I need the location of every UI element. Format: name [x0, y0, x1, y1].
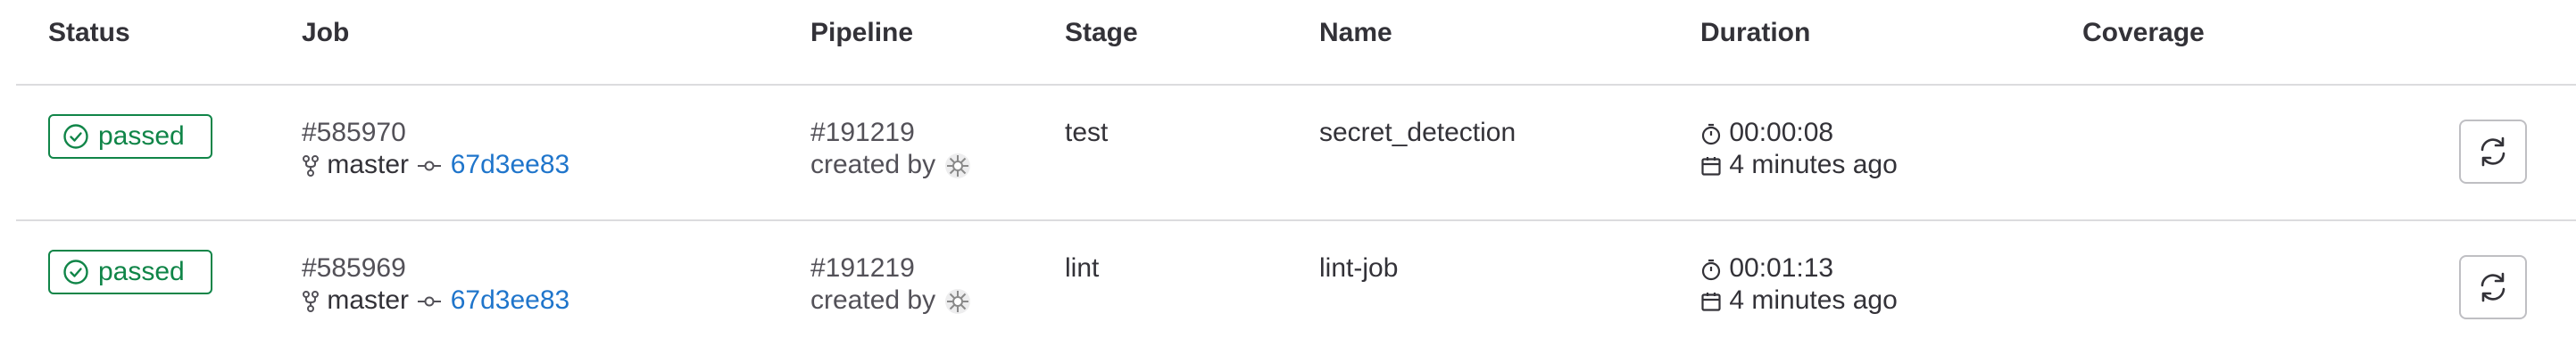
avatar-icon[interactable] [943, 151, 973, 181]
finished-value: 4 minutes ago [1729, 285, 1898, 315]
column-header-name: Name [1319, 18, 1392, 47]
avatar-icon[interactable] [943, 286, 973, 317]
stage-label: lint [1065, 253, 1100, 283]
branch-icon [303, 291, 319, 313]
duration-value: 00:01:13 [1729, 253, 1834, 283]
pipeline-creator: created by [810, 285, 973, 317]
branch-link[interactable]: master [327, 150, 409, 179]
job-id-link[interactable]: #585970 [302, 118, 406, 148]
column-header-stage: Stage [1065, 18, 1138, 47]
stage-label: test [1065, 118, 1109, 147]
check-circle-icon [63, 124, 88, 149]
job-name-link[interactable]: lint-job [1319, 253, 1398, 284]
created-by-label: created by [810, 285, 936, 315]
column-header-job: Job [302, 18, 350, 47]
retry-button[interactable] [2459, 255, 2527, 319]
status-label: passed [98, 121, 185, 151]
retry-button[interactable] [2459, 120, 2527, 184]
commit-icon [418, 161, 442, 171]
jobs-table-header: Status Job Pipeline Stage Name Duration … [0, 0, 2576, 84]
retry-icon [2480, 272, 2505, 302]
table-row: passed #585970 master 67d3ee83 #191219 c… [0, 86, 2576, 219]
calendar-icon [1701, 293, 1721, 311]
created-by-label: created by [810, 150, 936, 179]
status-label: passed [98, 257, 185, 286]
commit-sha-link[interactable]: 67d3ee83 [451, 150, 569, 179]
column-header-status: Status [48, 18, 130, 47]
check-circle-icon [63, 260, 88, 285]
status-badge[interactable]: passed [48, 114, 212, 159]
job-id-link[interactable]: #585969 [302, 253, 406, 284]
pipeline-id-link[interactable]: #191219 [810, 118, 915, 148]
timer-icon [1701, 123, 1721, 145]
duration: 00:00:08 [1700, 118, 1833, 148]
commit-icon [418, 296, 442, 307]
table-row: passed #585969 master 67d3ee83 #191219 c… [0, 221, 2576, 355]
commit-sha-link[interactable]: 67d3ee83 [451, 285, 569, 315]
column-header-pipeline: Pipeline [810, 18, 914, 47]
timer-icon [1701, 259, 1721, 281]
pipeline-creator: created by [810, 150, 973, 181]
duration-value: 00:00:08 [1729, 118, 1834, 147]
retry-icon [2480, 136, 2505, 167]
status-badge[interactable]: passed [48, 250, 212, 294]
column-header-coverage: Coverage [2082, 18, 2205, 47]
column-header-duration: Duration [1700, 18, 1811, 47]
branch-icon [303, 155, 319, 178]
branch-link[interactable]: master [327, 285, 409, 315]
job-name-link[interactable]: secret_detection [1319, 118, 1516, 148]
job-ref: master 67d3ee83 [302, 150, 569, 180]
finished-time: 4 minutes ago [1700, 285, 1898, 316]
finished-value: 4 minutes ago [1729, 150, 1898, 179]
pipeline-id-link[interactable]: #191219 [810, 253, 915, 284]
job-ref: master 67d3ee83 [302, 285, 569, 316]
finished-time: 4 minutes ago [1700, 150, 1898, 180]
calendar-icon [1701, 157, 1721, 176]
duration: 00:01:13 [1700, 253, 1833, 284]
